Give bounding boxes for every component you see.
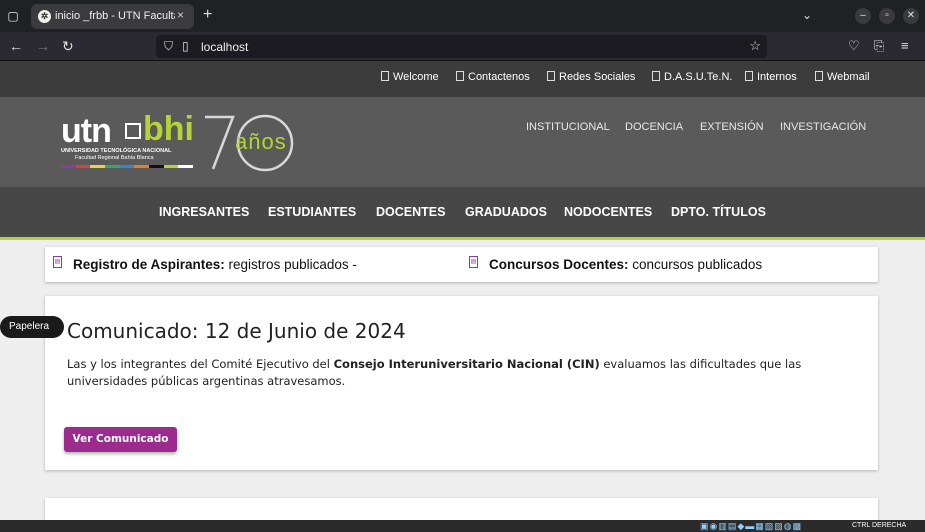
toplink-contactenos[interactable]: Contactenos [456, 71, 530, 83]
bookmark-star-icon[interactable]: ☆ [749, 38, 761, 54]
vm-status-bar: ▣◉▥▤◆▬▦▧▨◍▩ CTRL DERECHA [0, 520, 925, 532]
maximize-icon[interactable]: ▫ [879, 8, 895, 24]
browser-nav-bar: ← → ↻ ⛉ ▯ localhost ☆ ♡ ⎘ ≡ [0, 32, 925, 61]
site-header: utn bhi UNIVERSIDAD TECNOLÓGICA NACIONAL… [0, 97, 925, 187]
announcement-card: Comunicado: 12 de Junio de 2024 Las y lo… [45, 296, 878, 470]
toplink-webmail[interactable]: Webmail [815, 71, 870, 83]
papelera-tooltip: Papelera [0, 316, 64, 338]
nav-nodocentes[interactable]: NODOCENTES [564, 205, 652, 219]
tab-overview-icon[interactable]: ▢ [6, 9, 20, 23]
logo-faculty-name: Facultad Regional Bahía Blanca [75, 155, 154, 161]
extensions-icon[interactable]: ⎘ [874, 38, 884, 54]
header-link-investigacion[interactable]: INVESTIGACIÓN [780, 121, 866, 133]
nav-docentes[interactable]: DOCENTES [376, 205, 445, 219]
logo-grid-icon [125, 123, 141, 139]
ticker-concursos-docentes[interactable]: Concursos Docentes: concursos publicados [489, 257, 762, 272]
site-utility-bar: Welcome Contactenos Redes Sociales D.A.S… [0, 61, 925, 97]
link-icon [381, 71, 389, 81]
tab-list-chevron-icon[interactable]: ⌄ [802, 8, 812, 22]
toplink-redes-sociales[interactable]: Redes Sociales [547, 71, 635, 83]
vm-host-key: CTRL DERECHA [852, 522, 907, 529]
minimize-icon[interactable]: – [855, 8, 871, 24]
pocket-icon[interactable]: ♡ [848, 38, 860, 54]
logo-university-name: UNIVERSIDAD TECNOLÓGICA NACIONAL [61, 148, 172, 154]
vm-status-icons: ▣◉▥▤◆▬▦▧▨◍▩ [700, 521, 803, 531]
announcement-title: Comunicado: 12 de Junio de 2024 [67, 319, 406, 343]
logo-bhi-text: bhi [143, 110, 194, 148]
link-icon [456, 71, 464, 81]
toplink-dasuten[interactable]: D.A.S.U.Te.N. [652, 71, 732, 83]
document-icon: ▤ [469, 256, 478, 268]
tab-close-icon[interactable]: × [177, 8, 184, 22]
browser-tab-bar: ▢ ✲ inicio _frbb - UTN Faculta × + ⌄ – ▫… [0, 0, 925, 32]
browser-tab[interactable]: ✲ inicio _frbb - UTN Faculta × [31, 4, 194, 29]
document-icon: ▤ [53, 256, 62, 268]
nav-ingresantes[interactable]: INGRESANTES [159, 205, 249, 219]
logo-color-stripes [61, 165, 194, 168]
link-icon [547, 71, 555, 81]
tab-title: inicio _frbb - UTN Faculta [55, 10, 175, 22]
header-link-extension[interactable]: EXTENSIÓN [700, 121, 764, 133]
new-tab-button[interactable]: + [203, 6, 212, 24]
announcement-body: Las y los integrantes del Comité Ejecuti… [67, 357, 802, 388]
link-icon [745, 71, 753, 81]
menu-icon[interactable]: ≡ [901, 38, 909, 53]
main-nav: INGRESANTES ESTUDIANTES DOCENTES GRADUAD… [0, 187, 925, 237]
url-bar[interactable]: ⛉ ▯ localhost ☆ [156, 35, 767, 58]
nav-estudiantes[interactable]: ESTUDIANTES [268, 205, 356, 219]
link-icon [815, 71, 823, 81]
favicon-icon: ✲ [38, 10, 51, 23]
utn-logo[interactable]: utn bhi UNIVERSIDAD TECNOLÓGICA NACIONAL… [61, 110, 301, 173]
shield-icon[interactable]: ⛉ [164, 39, 173, 54]
nav-dpto-titulos[interactable]: DPTO. TÍTULOS [671, 205, 766, 219]
link-icon [652, 71, 660, 81]
back-arrow-icon[interactable]: ← [9, 38, 23, 54]
news-ticker: ▤ Registro de Aspirantes: registros publ… [45, 247, 878, 282]
header-link-institucional[interactable]: INSTITUCIONAL [526, 121, 610, 133]
ticker-registro-aspirantes[interactable]: Registro de Aspirantes: registros public… [73, 257, 357, 272]
nav-accent-line [0, 237, 925, 240]
ver-comunicado-button[interactable]: Ver Comunicado [64, 427, 177, 452]
logo-anos-text: años [235, 129, 287, 154]
logo-utn-text: utn [61, 112, 112, 150]
close-window-icon[interactable]: ✕ [903, 8, 919, 24]
nav-graduados[interactable]: GRADUADOS [465, 205, 547, 219]
forward-arrow-icon[interactable]: → [36, 38, 50, 54]
page-icon: ▯ [182, 39, 189, 53]
header-link-docencia[interactable]: DOCENCIA [625, 121, 683, 133]
url-text[interactable]: localhost [201, 40, 248, 54]
toplink-welcome[interactable]: Welcome [381, 71, 439, 83]
reload-icon[interactable]: ↻ [62, 38, 74, 55]
toplink-internos[interactable]: Internos [745, 71, 797, 83]
